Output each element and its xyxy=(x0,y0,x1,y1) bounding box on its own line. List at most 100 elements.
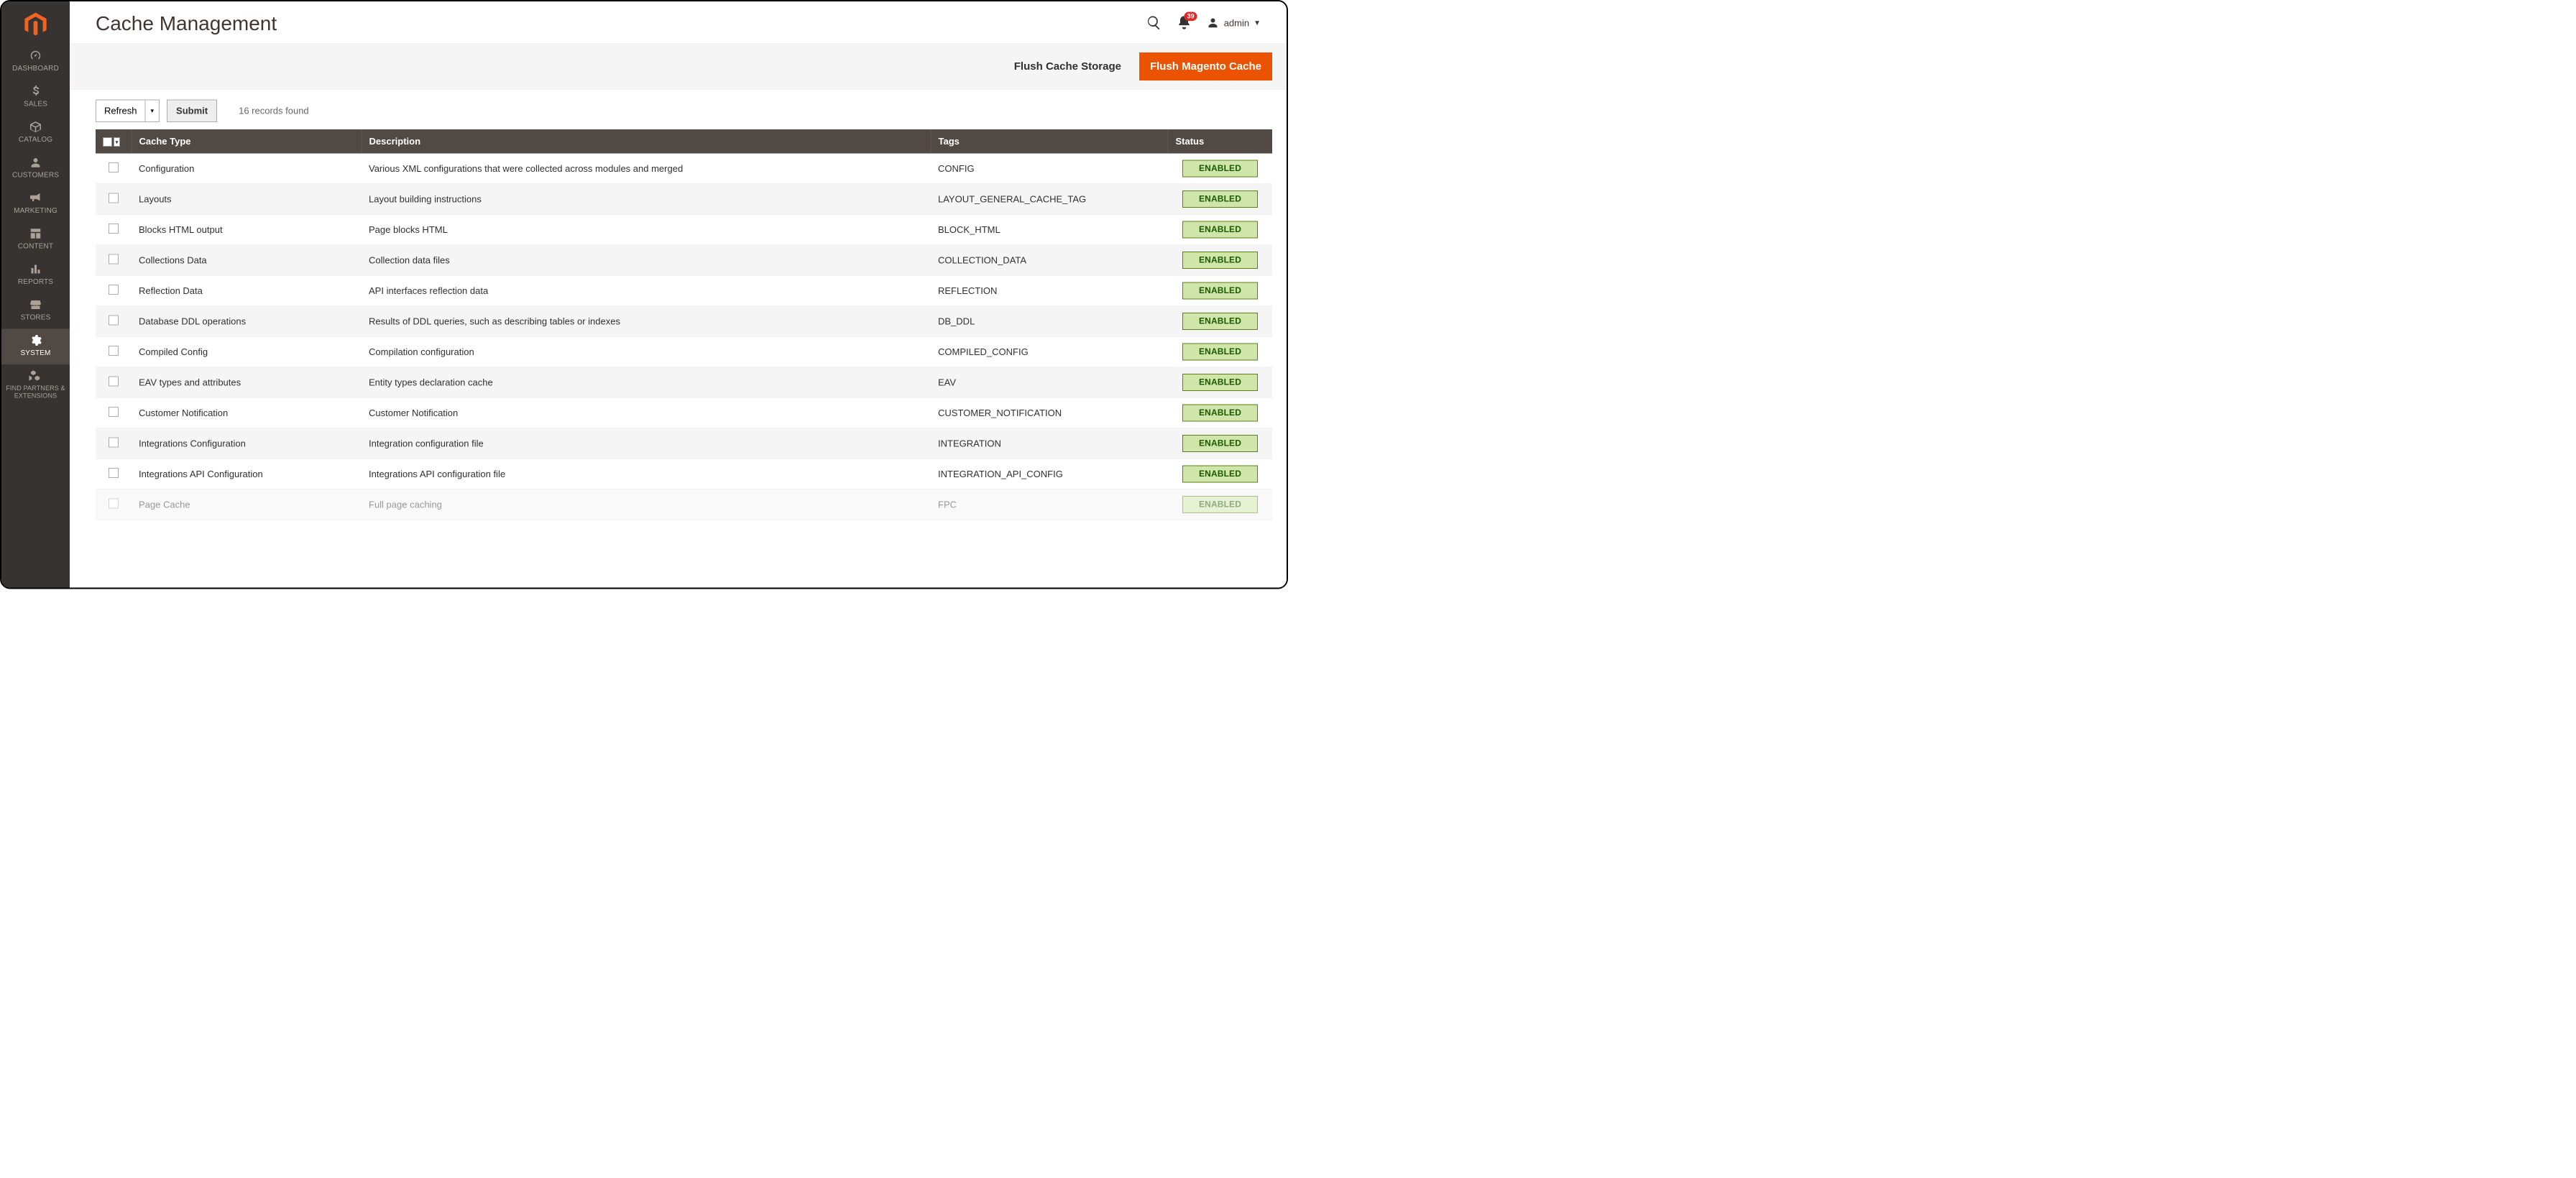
sidebar-item-label: CONTENT xyxy=(18,242,53,250)
status-badge: ENABLED xyxy=(1182,252,1258,269)
select-all-dropdown[interactable]: ▾ xyxy=(114,137,120,147)
table-row[interactable]: Collections DataCollection data filesCOL… xyxy=(96,245,1272,276)
mass-action-value[interactable]: Refresh xyxy=(96,100,146,123)
table-row[interactable]: LayoutsLayout building instructionsLAYOU… xyxy=(96,184,1272,215)
header-checkbox-cell[interactable]: ▾ xyxy=(96,129,132,154)
dollar-icon xyxy=(29,85,42,98)
sidebar-item-catalog[interactable]: CATALOG xyxy=(1,116,70,152)
sidebar-item-label: STORES xyxy=(21,313,51,321)
table-row[interactable]: Database DDL operationsResults of DDL qu… xyxy=(96,306,1272,337)
row-checkbox[interactable] xyxy=(109,254,119,264)
notifications-badge: 39 xyxy=(1184,12,1197,22)
header-status[interactable]: Status xyxy=(1168,129,1272,154)
box-icon xyxy=(29,121,42,134)
row-checkbox-cell[interactable] xyxy=(96,459,132,489)
page-actions-bar: Flush Cache Storage Flush Magento Cache xyxy=(70,44,1287,90)
row-checkbox-cell[interactable] xyxy=(96,275,132,306)
status-badge: ENABLED xyxy=(1182,190,1258,208)
magento-logo[interactable] xyxy=(1,4,70,45)
cell-status: ENABLED xyxy=(1168,397,1272,428)
sidebar-item-label: CATALOG xyxy=(19,136,52,144)
sidebar-item-label: SYSTEM xyxy=(20,349,50,357)
cell-tags: REFLECTION xyxy=(931,275,1168,306)
chevron-down-icon: ▾ xyxy=(151,107,155,114)
sidebar-item-content[interactable]: CONTENT xyxy=(1,222,70,258)
cell-status: ENABLED xyxy=(1168,306,1272,337)
status-badge: ENABLED xyxy=(1182,313,1258,330)
header-cache-type[interactable]: Cache Type xyxy=(132,129,362,154)
search-button[interactable] xyxy=(1146,15,1162,32)
bars-icon xyxy=(29,263,42,276)
row-checkbox-cell[interactable] xyxy=(96,184,132,215)
table-row[interactable]: Customer NotificationCustomer Notificati… xyxy=(96,397,1272,428)
row-checkbox-cell[interactable] xyxy=(96,367,132,398)
table-header-row: ▾ Cache Type Description Tags Status xyxy=(96,129,1272,154)
sidebar-item-partners[interactable]: FIND PARTNERS & EXTENSIONS xyxy=(1,364,70,407)
submit-button[interactable]: Submit xyxy=(167,100,217,123)
row-checkbox[interactable] xyxy=(109,346,119,356)
user-menu[interactable]: admin ▼ xyxy=(1207,17,1261,31)
status-badge: ENABLED xyxy=(1182,496,1258,513)
row-checkbox-cell[interactable] xyxy=(96,428,132,459)
cell-cache-type: EAV types and attributes xyxy=(132,367,362,398)
cell-tags: DB_DDL xyxy=(931,306,1168,337)
row-checkbox-cell[interactable] xyxy=(96,214,132,245)
flush-magento-cache-button[interactable]: Flush Magento Cache xyxy=(1139,52,1272,80)
table-row[interactable]: Blocks HTML outputPage blocks HTMLBLOCK_… xyxy=(96,214,1272,245)
table-row[interactable]: Integrations API ConfigurationIntegratio… xyxy=(96,459,1272,489)
cell-status: ENABLED xyxy=(1168,459,1272,489)
sidebar-item-sales[interactable]: SALES xyxy=(1,80,70,116)
sidebar-item-marketing[interactable]: MARKETING xyxy=(1,187,70,223)
row-checkbox-cell[interactable] xyxy=(96,245,132,276)
row-checkbox[interactable] xyxy=(109,498,119,508)
row-checkbox-cell[interactable] xyxy=(96,489,132,520)
cell-cache-type: Page Cache xyxy=(132,489,362,520)
cell-description: Page blocks HTML xyxy=(362,214,931,245)
cell-cache-type: Compiled Config xyxy=(132,336,362,367)
sidebar-item-label: SALES xyxy=(24,100,47,108)
sidebar-item-stores[interactable]: STORES xyxy=(1,293,70,329)
page-header: Cache Management 39 admin ▼ xyxy=(70,1,1287,44)
row-checkbox[interactable] xyxy=(109,285,119,295)
row-checkbox-cell[interactable] xyxy=(96,306,132,337)
status-badge: ENABLED xyxy=(1182,466,1258,483)
sidebar-item-dashboard[interactable]: DASHBOARD xyxy=(1,45,70,80)
row-checkbox-cell[interactable] xyxy=(96,336,132,367)
user-name: admin xyxy=(1224,18,1249,29)
cell-cache-type: Integrations API Configuration xyxy=(132,459,362,489)
sidebar-item-reports[interactable]: REPORTS xyxy=(1,258,70,294)
notifications-button[interactable]: 39 xyxy=(1177,15,1192,32)
row-checkbox[interactable] xyxy=(109,468,119,478)
sidebar-item-system[interactable]: SYSTEM xyxy=(1,329,70,365)
mass-action-dropdown[interactable]: ▾ xyxy=(146,100,160,123)
table-row[interactable]: Reflection DataAPI interfaces reflection… xyxy=(96,275,1272,306)
row-checkbox[interactable] xyxy=(109,437,119,447)
table-row[interactable]: Compiled ConfigCompilation configuration… xyxy=(96,336,1272,367)
header-tags[interactable]: Tags xyxy=(931,129,1168,154)
row-checkbox[interactable] xyxy=(109,224,119,234)
table-row[interactable]: Integrations ConfigurationIntegration co… xyxy=(96,428,1272,459)
sidebar-item-customers[interactable]: CUSTOMERS xyxy=(1,151,70,187)
admin-sidebar: DASHBOARD SALES CATALOG CUSTOMERS MARKET xyxy=(1,1,70,588)
table-row[interactable]: Page CacheFull page cachingFPCENABLED xyxy=(96,489,1272,520)
row-checkbox-cell[interactable] xyxy=(96,397,132,428)
select-all-checkbox[interactable] xyxy=(103,137,112,147)
cell-tags: EAV xyxy=(931,367,1168,398)
status-badge: ENABLED xyxy=(1182,344,1258,361)
cell-tags: BLOCK_HTML xyxy=(931,214,1168,245)
header-description[interactable]: Description xyxy=(362,129,931,154)
row-checkbox[interactable] xyxy=(109,376,119,386)
cell-description: Various XML configurations that were col… xyxy=(362,154,931,184)
sidebar-item-label: FIND PARTNERS & EXTENSIONS xyxy=(6,385,65,399)
row-checkbox[interactable] xyxy=(109,193,119,203)
row-checkbox[interactable] xyxy=(109,162,119,172)
row-checkbox[interactable] xyxy=(109,407,119,417)
cell-tags: CONFIG xyxy=(931,154,1168,184)
table-row[interactable]: ConfigurationVarious XML configurations … xyxy=(96,154,1272,184)
table-row[interactable]: EAV types and attributesEntity types dec… xyxy=(96,367,1272,398)
row-checkbox[interactable] xyxy=(109,315,119,325)
mass-action-select[interactable]: Refresh ▾ xyxy=(96,100,160,123)
flush-cache-storage-button[interactable]: Flush Cache Storage xyxy=(1006,55,1129,78)
cache-grid: ▾ Cache Type Description Tags Status Con… xyxy=(70,129,1287,529)
row-checkbox-cell[interactable] xyxy=(96,154,132,184)
